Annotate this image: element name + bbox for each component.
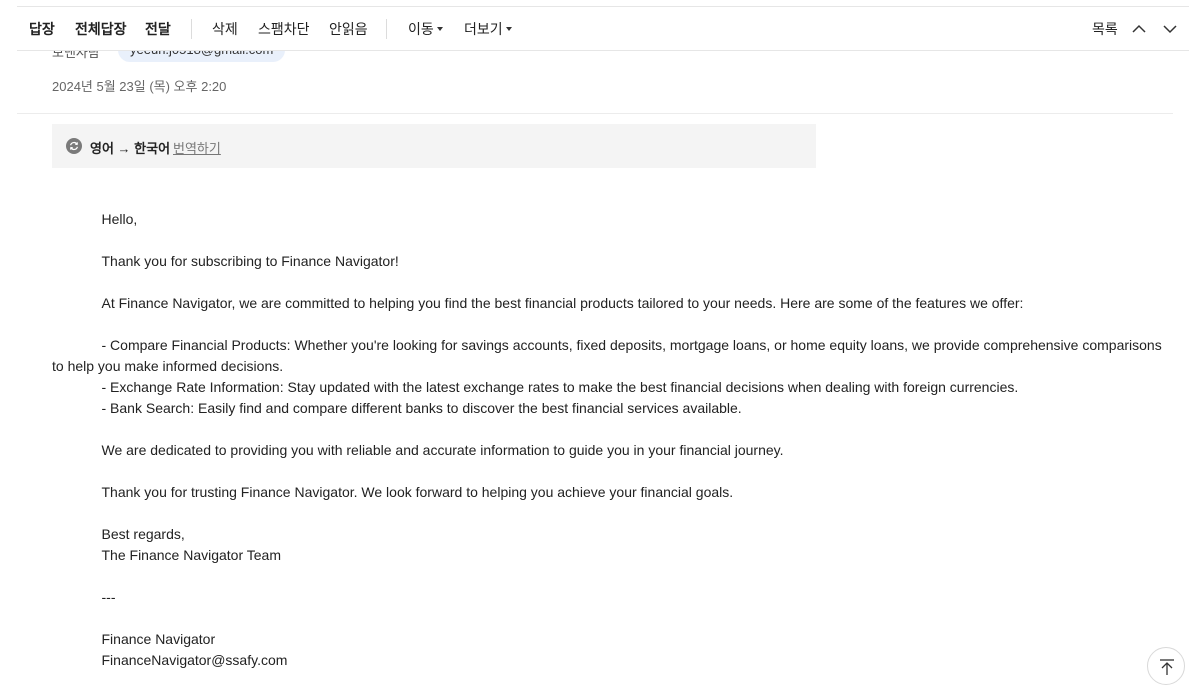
body-closing-thanks: Thank you for trusting Finance Navigator… — [101, 484, 734, 500]
signature-email[interactable]: FinanceNavigator@ssafy.com — [52, 650, 1173, 671]
mail-body: Hello, Thank you for subscribing to Fina… — [52, 209, 1173, 671]
translate-bar: 영어 → 한국어 번역하기 — [52, 124, 816, 168]
body-feature-compare: - Compare Financial Products: Whether yo… — [52, 337, 1162, 374]
move-label: 이동 — [408, 21, 434, 37]
mark-unread-button[interactable]: 안읽음 — [329, 7, 368, 51]
body-thanks: Thank you for subscribing to Finance Nav… — [101, 253, 399, 269]
body-intro: At Finance Navigator, we are committed t… — [101, 295, 1024, 311]
caret-down-icon — [505, 27, 512, 32]
scroll-top-button[interactable] — [1147, 647, 1185, 685]
chevron-up-icon[interactable] — [1130, 20, 1148, 38]
mail-date: 2024년 5월 23일 (목) 오후 2:20 — [52, 79, 227, 94]
body-regards: Best regards, — [101, 526, 185, 542]
chevron-down-icon[interactable] — [1161, 20, 1179, 38]
body-dedication: We are dedicated to providing you with r… — [101, 442, 784, 458]
reply-all-button[interactable]: 전체답장 — [75, 7, 127, 51]
signature-name: Finance Navigator — [101, 631, 216, 647]
body-separator: --- — [101, 589, 116, 605]
list-button[interactable]: 목록 — [1092, 7, 1118, 51]
delete-button[interactable]: 삭제 — [212, 7, 238, 51]
forward-button[interactable]: 전달 — [145, 7, 171, 51]
more-dropdown[interactable]: 더보기 — [464, 7, 512, 51]
translate-direction: 영어 → 한국어 — [90, 141, 171, 156]
more-label: 더보기 — [464, 21, 503, 37]
body-feature-exchange: - Exchange Rate Information: Stay update… — [101, 379, 1019, 395]
reply-button[interactable]: 답장 — [29, 7, 55, 51]
arrow-to-top-icon — [1160, 659, 1174, 675]
body-feature-bank: - Bank Search: Easily find and compare d… — [101, 400, 742, 416]
body-team: The Finance Navigator Team — [101, 547, 282, 563]
toolbar-divider — [386, 19, 387, 39]
translate-link[interactable]: 번역하기 — [173, 138, 221, 157]
block-spam-button[interactable]: 스팸차단 — [258, 7, 310, 51]
mail-toolbar: 답장 전체답장 전달 삭제 스팸차단 안읽음 이동 더보기 목록 — [17, 6, 1189, 51]
move-dropdown[interactable]: 이동 — [408, 7, 443, 51]
refresh-icon — [66, 138, 82, 154]
body-greeting: Hello, — [101, 211, 138, 227]
caret-down-icon — [436, 27, 443, 32]
header-divider — [17, 113, 1173, 114]
toolbar-divider — [191, 19, 192, 39]
